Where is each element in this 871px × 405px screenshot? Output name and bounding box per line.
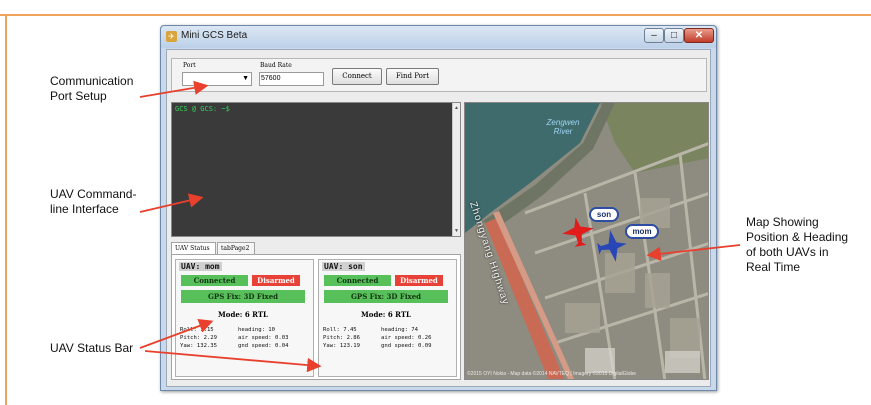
roll-value: Roll: 7.45 xyxy=(323,327,357,333)
river-label: Zengwen River xyxy=(533,118,593,136)
command-line-terminal[interactable]: GCS @ GCS: ~$ ▲ ▼ xyxy=(171,102,461,237)
connection-badge: Connected xyxy=(324,275,391,286)
yaw-value: Yaw: 132.35 xyxy=(180,343,218,349)
uav-title: UAV: mom xyxy=(179,262,222,271)
annotation-map: Map Showing Position & Heading of both U… xyxy=(746,215,849,274)
terminal-scrollbar[interactable]: ▲ ▼ xyxy=(452,103,460,236)
client-area: Port ▼ Baud Rate 57600 Connect Find Port… xyxy=(166,49,711,387)
title-bar[interactable]: ✈ Mini GCS Beta – □ ✕ xyxy=(161,26,716,48)
uav-card-son: UAV: son Connected Disarmed GPS Fix: 3D … xyxy=(318,259,457,377)
scroll-down-icon[interactable]: ▼ xyxy=(454,228,459,234)
yaw-value: Yaw: 123.19 xyxy=(323,343,361,349)
pitch-value: Pitch: 2.86 xyxy=(323,335,361,341)
minimize-icon: – xyxy=(651,30,657,41)
telemetry-readout: Roll: 1.15 heading: 10 Pitch: 2.29 air spe… xyxy=(180,326,310,350)
port-select[interactable]: ▼ xyxy=(182,72,252,86)
gps-status: GPS Fix: 3D Fixed xyxy=(181,290,305,303)
connect-button[interactable]: Connect xyxy=(332,68,382,85)
map-imagery xyxy=(465,103,708,379)
air-speed-value: air speed: 0.26 xyxy=(381,335,432,341)
gps-status: GPS Fix: 3D Fixed xyxy=(324,290,448,303)
port-label: Port xyxy=(183,62,196,69)
maximize-button[interactable]: □ xyxy=(664,28,684,43)
baud-rate-input[interactable]: 57600 xyxy=(259,72,324,86)
arm-state-badge: Disarmed xyxy=(252,275,300,286)
find-port-button[interactable]: Find Port xyxy=(386,68,439,85)
flight-mode: Mode: 6 RTL xyxy=(361,310,411,319)
son-marker-label[interactable]: son xyxy=(589,207,619,222)
gnd-speed-value: gnd speed: 0.04 xyxy=(238,343,289,349)
gnd-speed-value: gnd speed: 0.09 xyxy=(381,343,432,349)
annotation-status-bar: UAV Status Bar xyxy=(50,341,134,355)
flight-mode: Mode: 6 RTL xyxy=(218,310,268,319)
pitch-value: Pitch: 2.29 xyxy=(180,335,218,341)
mom-marker-label[interactable]: mom xyxy=(625,224,659,239)
terminal-prompt: GCS @ GCS: ~$ xyxy=(175,105,230,113)
app-icon: ✈ xyxy=(166,31,177,42)
close-icon: ✕ xyxy=(694,30,704,41)
roll-value: Roll: 1.15 xyxy=(180,327,214,333)
annotation-cli: UAV Command-line Interface xyxy=(50,187,137,216)
uav-title: UAV: son xyxy=(322,262,365,271)
uav-card-mom: UAV: mom Connected Disarmed GPS Fix: 3D … xyxy=(175,259,314,377)
annotation-port-setup: Communication Port Setup xyxy=(50,74,134,103)
connection-badge: Connected xyxy=(181,275,248,286)
figure-frame-left xyxy=(5,14,7,405)
window-title: Mini GCS Beta xyxy=(181,30,248,41)
minimize-button[interactable]: – xyxy=(644,28,664,43)
close-button[interactable]: ✕ xyxy=(684,28,714,43)
app-window: ✈ Mini GCS Beta – □ ✕ Port ▼ Baud Rate 5… xyxy=(160,25,717,391)
scroll-up-icon[interactable]: ▲ xyxy=(454,105,459,111)
satellite-map[interactable]: Zengwen River Zhongyang Highway son mom … xyxy=(464,102,709,380)
maximize-icon: □ xyxy=(670,30,678,41)
baud-rate-label: Baud Rate xyxy=(260,62,292,69)
figure-frame-top xyxy=(0,14,871,16)
telemetry-readout: Roll: 7.45 heading: 74 Pitch: 2.86 air spe… xyxy=(323,326,453,350)
map-attribution: ©2015 OYI Nokia - Map data ©2014 NAVTEQ … xyxy=(467,371,637,377)
tab-page2[interactable]: tabPage2 xyxy=(217,242,255,254)
heading-value: heading: 10 xyxy=(238,327,276,333)
river-label-line-1: Zengwen xyxy=(546,118,580,127)
uav-status-panel: UAV: mom Connected Disarmed GPS Fix: 3D … xyxy=(171,254,461,380)
port-setup-bar: Port ▼ Baud Rate 57600 Connect Find Port xyxy=(171,58,707,92)
river-label-line-2: River xyxy=(553,127,573,136)
chevron-down-icon: ▼ xyxy=(242,75,249,82)
heading-value: heading: 74 xyxy=(381,327,419,333)
arm-state-badge: Disarmed xyxy=(395,275,443,286)
air-speed-value: air speed: 0.03 xyxy=(238,335,289,341)
